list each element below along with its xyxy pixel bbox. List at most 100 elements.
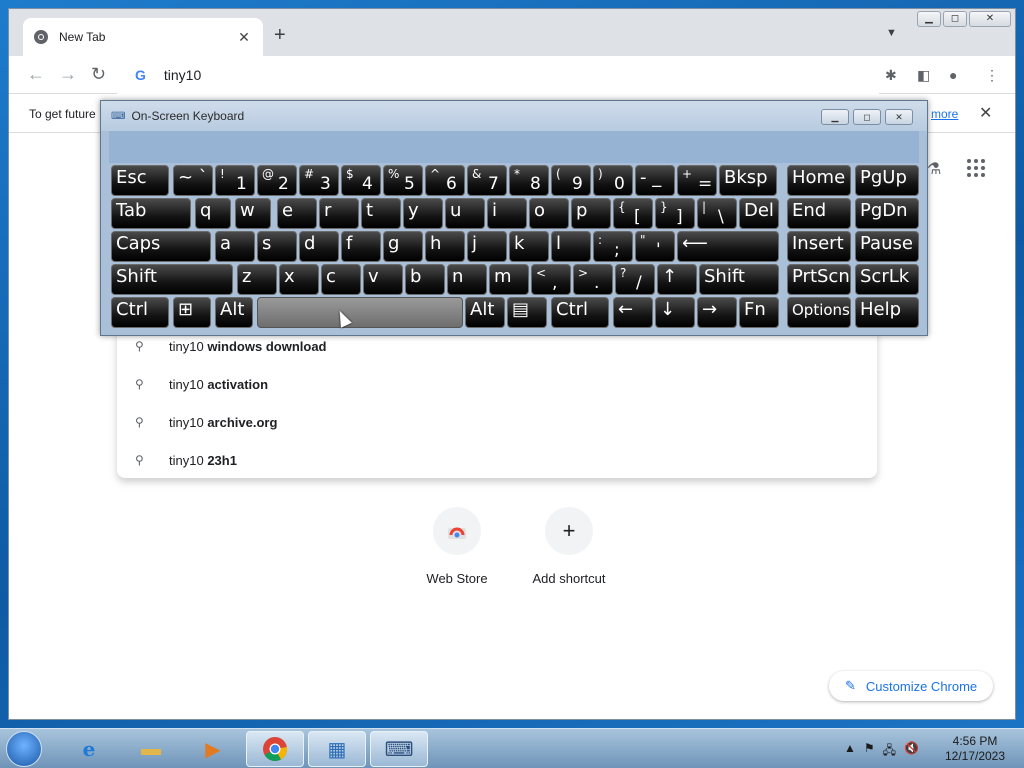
action-center-icon[interactable]: ⚑ xyxy=(864,741,875,762)
key-ScrLk[interactable]: ScrLk xyxy=(855,264,919,295)
key-k[interactable]: k xyxy=(509,231,549,262)
minimize-button[interactable]: ▁ xyxy=(821,109,849,125)
key-0[interactable]: ) 0 xyxy=(593,165,633,196)
key-~`[interactable]: ~ ` xyxy=(173,165,213,196)
key-Options[interactable]: Options xyxy=(787,297,851,328)
key-l[interactable]: l xyxy=(551,231,591,262)
key-g[interactable]: g xyxy=(383,231,423,262)
close-button[interactable]: ✕ xyxy=(885,109,913,125)
osk-taskbar-icon[interactable]: ⌨ xyxy=(370,731,428,767)
key-1[interactable]: ! 1 xyxy=(215,165,255,196)
key-q[interactable]: q xyxy=(195,198,231,229)
tab-close-icon[interactable]: ✕ xyxy=(235,29,253,46)
key-Caps[interactable]: Caps xyxy=(111,231,211,262)
show-hidden-icons[interactable]: ▲ xyxy=(844,741,856,762)
key-space[interactable] xyxy=(257,297,463,328)
key-b[interactable]: b xyxy=(405,264,445,295)
shortcut-add[interactable]: + Add shortcut xyxy=(509,507,629,586)
shortcut-web-store[interactable]: Web Store xyxy=(397,507,517,586)
key-Pause[interactable]: Pause xyxy=(855,231,919,262)
key-6[interactable]: ^ 6 xyxy=(425,165,465,196)
key-Home[interactable]: Home xyxy=(787,165,851,196)
key-⟵[interactable]: ⟵ xyxy=(677,231,779,262)
key-/[interactable]: ? / xyxy=(615,264,655,295)
key-.[interactable]: >. xyxy=(573,264,613,295)
key-Esc[interactable]: Esc xyxy=(111,165,169,196)
key-Shift[interactable]: Shift xyxy=(699,264,779,295)
key-5[interactable]: % 5 xyxy=(383,165,423,196)
chrome-taskbar-icon[interactable] xyxy=(246,731,304,767)
restore-button[interactable]: ◻ xyxy=(853,109,881,125)
customize-chrome-button[interactable]: ✎ Customize Chrome xyxy=(829,671,993,701)
key-i[interactable]: i xyxy=(487,198,527,229)
key-p[interactable]: p xyxy=(571,198,611,229)
minimize-button[interactable]: ▁ xyxy=(917,11,941,27)
back-icon[interactable]: ← xyxy=(27,64,45,84)
key-3[interactable]: #3 xyxy=(299,165,339,196)
key-n[interactable]: n xyxy=(447,264,487,295)
key-Alt[interactable]: Alt xyxy=(465,297,505,328)
forward-icon[interactable]: → xyxy=(59,64,77,84)
key-e[interactable]: e xyxy=(277,198,317,229)
key-;[interactable]: :; xyxy=(593,231,633,262)
key-PrtScn[interactable]: PrtScn xyxy=(787,264,851,295)
menu-icon[interactable]: ⋮ xyxy=(985,66,999,84)
maximize-button[interactable]: ◻ xyxy=(943,11,967,27)
key-\[interactable]: | \ xyxy=(697,198,737,229)
key-Ctrl[interactable]: Ctrl xyxy=(111,297,169,328)
key-m[interactable]: m xyxy=(489,264,529,295)
address-input[interactable] xyxy=(163,67,764,83)
control-panel-taskbar-icon[interactable]: ▦ xyxy=(308,731,366,767)
key-w[interactable]: w xyxy=(235,198,271,229)
reload-icon[interactable]: ↻ xyxy=(91,64,106,84)
key-u[interactable]: u xyxy=(445,198,485,229)
key-=[interactable]: + = xyxy=(677,165,717,196)
key-PgUp[interactable]: PgUp xyxy=(855,165,919,196)
key-][interactable]: }] xyxy=(655,198,695,229)
key-z[interactable]: z xyxy=(237,264,277,295)
key-c[interactable]: c xyxy=(321,264,361,295)
tab-new-tab[interactable]: New Tab ✕ xyxy=(23,18,263,56)
key-,[interactable]: <, xyxy=(531,264,571,295)
key-f[interactable]: f xyxy=(341,231,381,262)
key-9[interactable]: (9 xyxy=(551,165,591,196)
info-bar-link[interactable]: more xyxy=(931,107,958,121)
key-↑[interactable]: ↑ xyxy=(657,264,697,295)
suggestion-item[interactable]: ⚲ tiny10 activation xyxy=(117,365,877,403)
key-t[interactable]: t xyxy=(361,198,401,229)
new-tab-icon[interactable]: + xyxy=(274,23,286,47)
volume-muted-icon[interactable]: 🔇 xyxy=(904,741,919,762)
key-j[interactable]: j xyxy=(467,231,507,262)
key-↓[interactable]: ↓ xyxy=(655,297,695,328)
key-PgDn[interactable]: PgDn xyxy=(855,198,919,229)
key-Alt[interactable]: Alt xyxy=(215,297,253,328)
key-x[interactable]: x xyxy=(279,264,319,295)
key-Ctrl[interactable]: Ctrl xyxy=(551,297,609,328)
key-End[interactable]: End xyxy=(787,198,851,229)
key-Insert[interactable]: Insert xyxy=(787,231,851,262)
key-v[interactable]: v xyxy=(363,264,403,295)
suggestion-item[interactable]: ⚲ tiny10 23h1 xyxy=(117,441,877,479)
key-Tab[interactable]: Tab xyxy=(111,198,191,229)
key-⊞[interactable]: ⊞ xyxy=(173,297,211,328)
key-Del[interactable]: Del xyxy=(739,198,779,229)
key--_[interactable]: - _ xyxy=(635,165,675,196)
clock[interactable]: 4:56 PM 12/17/2023 xyxy=(940,734,1010,764)
suggestion-item[interactable]: ⚲ tiny10 archive.org xyxy=(117,403,877,441)
key-h[interactable]: h xyxy=(425,231,465,262)
start-button[interactable] xyxy=(6,731,42,767)
media-player-icon[interactable]: ▶ xyxy=(184,731,242,767)
key-4[interactable]: $4 xyxy=(341,165,381,196)
extensions-icon[interactable]: ✱ xyxy=(885,66,897,84)
side-panel-icon[interactable]: ◧ xyxy=(917,66,930,84)
key-[[interactable]: {[ xyxy=(613,198,653,229)
chevron-down-icon[interactable]: ▼ xyxy=(886,27,897,39)
key-Help[interactable]: Help xyxy=(855,297,919,328)
key-Shift[interactable]: Shift xyxy=(111,264,233,295)
close-icon[interactable]: ✕ xyxy=(979,103,992,123)
key-s[interactable]: s xyxy=(257,231,297,262)
network-icon[interactable]: 🖧 xyxy=(883,741,896,762)
key-▤[interactable]: ▤ xyxy=(507,297,547,328)
profile-icon[interactable]: ● xyxy=(949,66,957,84)
apps-grid-icon[interactable] xyxy=(967,159,985,177)
